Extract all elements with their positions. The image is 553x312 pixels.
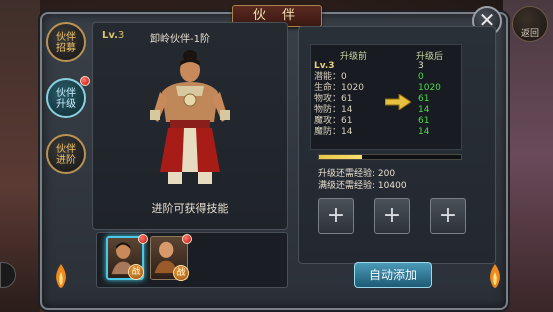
partner-2-alert-icon bbox=[182, 234, 192, 244]
material-slot-3[interactable]: + bbox=[430, 198, 466, 234]
tab-upgrade-alert-icon bbox=[80, 76, 90, 86]
stat-label: 潜能：0 bbox=[314, 72, 347, 83]
unit-name: 卸岭伙伴-1阶 bbox=[150, 34, 210, 45]
exp-progress-fill bbox=[319, 155, 362, 159]
skill-unlock-hint: 进阶可获得技能 bbox=[151, 202, 229, 215]
stat-name: 潜能： bbox=[314, 72, 342, 82]
material-slot-1[interactable]: + bbox=[318, 198, 354, 234]
stat-after-value: 1020 bbox=[418, 83, 441, 93]
return-button[interactable]: 返回 bbox=[512, 6, 548, 42]
stat-after-value: 61 bbox=[418, 94, 430, 104]
tab-upgrade-label-1: 伙伴 bbox=[56, 88, 76, 99]
tab-recruit-label-1: 伙伴 bbox=[56, 32, 76, 43]
torch-flame-icon bbox=[490, 264, 500, 288]
stat-before-value: 61 bbox=[341, 116, 353, 126]
stat-after-value: 14 bbox=[418, 105, 430, 115]
tab-advance-label-2: 进阶 bbox=[56, 155, 76, 166]
stat-name: Lv. bbox=[314, 61, 329, 71]
tab-advance-label-1: 伙伴 bbox=[56, 144, 76, 155]
stat-after-value: 61 bbox=[418, 116, 430, 126]
stat-name: 物防： bbox=[314, 105, 342, 115]
exp-max-text: 满级还需经验: 10400 bbox=[318, 178, 407, 191]
partner-portrait-1[interactable]: 战 bbox=[106, 236, 144, 280]
tab-advance[interactable]: 伙伴 进阶 bbox=[46, 134, 86, 174]
stat-after-value: 14 bbox=[418, 127, 430, 137]
partner-portrait-2[interactable]: 战 bbox=[150, 236, 189, 281]
stat-label: 物攻：61 bbox=[314, 94, 352, 105]
stat-before-value: 1020 bbox=[341, 83, 364, 93]
exp-max-value: 10400 bbox=[377, 181, 407, 191]
stat-label: 物防：14 bbox=[314, 105, 352, 116]
stat-label: 魔攻：61 bbox=[314, 116, 352, 127]
stat-before-value: 14 bbox=[341, 105, 353, 115]
stat-before-value: 3 bbox=[328, 61, 335, 71]
hero-character-image bbox=[150, 50, 230, 184]
stat-name: 物攻： bbox=[314, 94, 342, 104]
stat-after-value: 3 bbox=[418, 61, 424, 71]
stat-before-value: 0 bbox=[341, 72, 347, 82]
stat-name: 魔防： bbox=[314, 127, 342, 137]
tab-recruit-label-2: 招募 bbox=[56, 43, 76, 54]
background-scenery-right bbox=[503, 0, 553, 312]
stat-after-value: 0 bbox=[418, 72, 424, 82]
tab-recruit[interactable]: 伙伴 招募 bbox=[46, 22, 86, 62]
stat-name: 魔攻： bbox=[314, 116, 342, 126]
torch-flame-icon bbox=[56, 264, 66, 288]
material-slot-2[interactable]: + bbox=[374, 198, 410, 234]
auto-add-button[interactable]: 自动添加 bbox=[354, 262, 432, 288]
unit-level-prefix: Lv. bbox=[102, 30, 118, 41]
stat-name: 生命： bbox=[314, 83, 342, 93]
stat-before-value: 61 bbox=[341, 94, 353, 104]
upgrade-arrow-icon bbox=[385, 94, 411, 110]
stat-before-value: 14 bbox=[341, 127, 353, 137]
stat-label: Lv.3 bbox=[314, 61, 335, 72]
battle-badge: 战 bbox=[128, 264, 144, 280]
exp-progress-bar bbox=[318, 154, 462, 160]
return-label: 返回 bbox=[520, 29, 539, 39]
battle-badge: 战 bbox=[173, 265, 189, 281]
before-header: 升级前 bbox=[340, 52, 368, 62]
stat-label: 生命：1020 bbox=[314, 83, 364, 94]
tab-upgrade-label-2: 升级 bbox=[56, 99, 76, 110]
partner-1-alert-icon bbox=[138, 234, 148, 244]
stat-label: 魔防：14 bbox=[314, 127, 352, 138]
unit-level: Lv.3 bbox=[102, 30, 124, 41]
exp-max-label: 满级还需经验: bbox=[318, 181, 376, 191]
pause-icon[interactable] bbox=[0, 262, 16, 288]
unit-level-value: 3 bbox=[117, 30, 125, 41]
